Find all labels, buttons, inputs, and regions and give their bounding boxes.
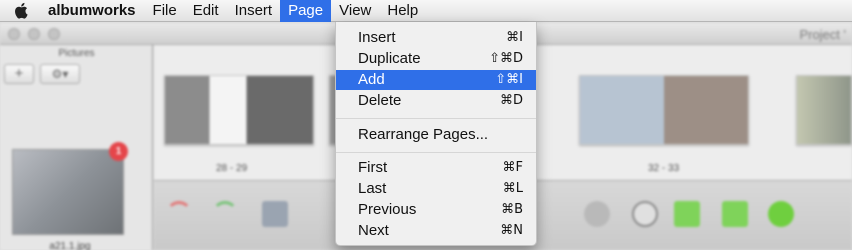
- menu-item-shortcut: ⌘N: [500, 223, 523, 238]
- menu-item-rearrange-pages[interactable]: Rearrange Pages...: [336, 125, 536, 145]
- menu-item-last[interactable]: Last ⌘L: [336, 179, 536, 199]
- info-icon[interactable]: [768, 201, 794, 227]
- page-spread-thumbnail[interactable]: [579, 75, 749, 145]
- zoom-window-button[interactable]: [48, 28, 60, 40]
- menu-item-shortcut: ⇧⌘D: [489, 51, 523, 66]
- menu-item-insert[interactable]: Insert ⌘I: [336, 28, 536, 48]
- picture-thumbnail[interactable]: [12, 149, 124, 235]
- pictures-header: Pictures: [58, 48, 95, 59]
- gear-icon[interactable]: ⚙▾: [40, 64, 80, 84]
- menu-item-label: Next: [358, 222, 389, 239]
- menu-item-label: Last: [358, 180, 387, 197]
- menu-item-shortcut: ⇧⌘I: [495, 72, 523, 87]
- apple-menu-icon[interactable]: [0, 2, 40, 19]
- menu-item-shortcut: ⌘B: [501, 202, 523, 217]
- menu-insert[interactable]: Insert: [227, 0, 281, 22]
- menu-item-shortcut: ⌘D: [499, 93, 523, 108]
- save-icon[interactable]: [262, 201, 288, 227]
- menu-item-label: Rearrange Pages...: [358, 126, 489, 143]
- redo-icon[interactable]: [212, 201, 238, 227]
- zoom-out-icon[interactable]: [584, 201, 610, 227]
- menu-separator: [336, 118, 536, 119]
- menu-item-add[interactable]: Add ⇧⌘I: [336, 70, 536, 90]
- page-spread-thumbnail[interactable]: [796, 75, 852, 145]
- spread-label: 28 - 29: [216, 163, 248, 174]
- menu-item-label: Delete: [358, 92, 402, 109]
- window-title: Project ': [799, 27, 846, 42]
- minimize-window-button[interactable]: [28, 28, 40, 40]
- menu-item-label: Previous: [358, 201, 417, 218]
- menu-item-delete[interactable]: Delete ⌘D: [336, 91, 536, 111]
- menu-item-duplicate[interactable]: Duplicate ⇧⌘D: [336, 49, 536, 69]
- menu-item-next[interactable]: Next ⌘N: [336, 221, 536, 241]
- zoom-in-icon[interactable]: [632, 201, 658, 227]
- undo-icon[interactable]: [166, 201, 192, 227]
- picture-filename: a21.1.jpg: [49, 241, 91, 250]
- menu-separator: [336, 152, 536, 153]
- page-menu-dropdown: Insert ⌘I Duplicate ⇧⌘D Add ⇧⌘I Delete ⌘…: [335, 22, 537, 246]
- page-spread-thumbnail[interactable]: [164, 75, 314, 145]
- add-picture-button[interactable]: +: [4, 64, 34, 84]
- menu-item-shortcut: ⌘L: [502, 181, 523, 196]
- close-window-button[interactable]: [8, 28, 20, 40]
- menu-item-label: Add: [358, 71, 385, 88]
- menu-item-previous[interactable]: Previous ⌘B: [336, 200, 536, 220]
- menu-edit[interactable]: Edit: [185, 0, 227, 22]
- menu-file[interactable]: File: [145, 0, 185, 22]
- menu-bar: albumworks File Edit Insert Page View He…: [0, 0, 852, 22]
- pictures-toolbar: + ⚙▾: [4, 64, 80, 86]
- pictures-pane: Pictures + ⚙▾ 1 a21.1.jpg: [0, 45, 153, 250]
- arrow-right-icon[interactable]: [722, 201, 748, 227]
- arrow-left-icon[interactable]: [674, 201, 700, 227]
- menu-app-name[interactable]: albumworks: [40, 0, 145, 22]
- menu-view[interactable]: View: [331, 0, 379, 22]
- menu-item-label: Insert: [358, 29, 396, 46]
- menu-item-first[interactable]: First ⌘F: [336, 158, 536, 178]
- menu-item-shortcut: ⌘I: [506, 30, 523, 45]
- menu-item-label: Duplicate: [358, 50, 421, 67]
- menu-item-shortcut: ⌘F: [502, 160, 523, 175]
- menu-item-label: First: [358, 159, 388, 176]
- menu-help[interactable]: Help: [379, 0, 426, 22]
- usage-count-badge: 1: [109, 142, 128, 161]
- menu-page[interactable]: Page: [280, 0, 332, 22]
- spread-label: 32 - 33: [648, 163, 680, 174]
